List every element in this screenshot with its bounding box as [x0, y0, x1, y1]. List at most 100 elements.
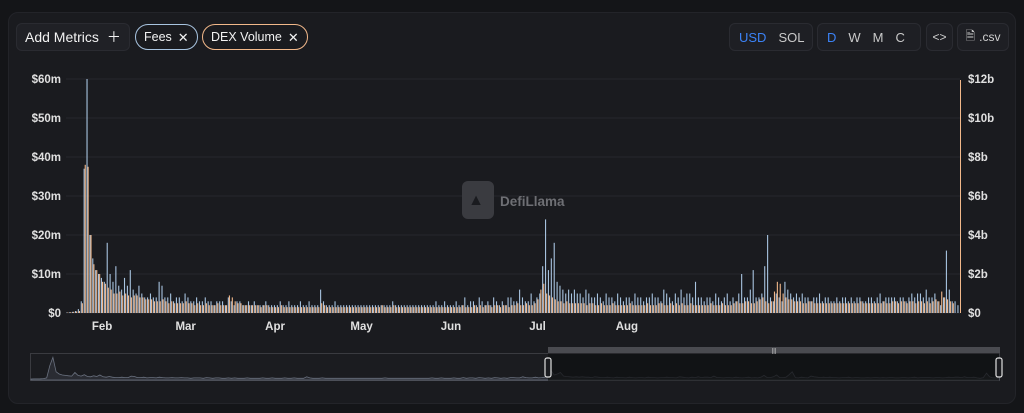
- fees-bar[interactable]: [487, 301, 489, 313]
- dex-volume-bar[interactable]: [272, 307, 274, 313]
- fees-bar[interactable]: [184, 293, 186, 314]
- dex-volume-bar[interactable]: [73, 311, 75, 313]
- dex-volume-bar[interactable]: [517, 303, 519, 313]
- fees-bar[interactable]: [570, 293, 573, 314]
- dex-volume-bar[interactable]: [309, 307, 311, 313]
- dex-volume-bar[interactable]: [142, 297, 144, 313]
- fees-bar[interactable]: [452, 305, 454, 313]
- dex-volume-bar[interactable]: [569, 303, 571, 313]
- dex-volume-bar[interactable]: [485, 305, 487, 313]
- fees-bar[interactable]: [706, 297, 708, 313]
- dex-volume-bar[interactable]: [387, 307, 389, 313]
- dex-volume-bar[interactable]: [696, 305, 698, 313]
- fees-bar[interactable]: [824, 297, 826, 313]
- dex-volume-bar[interactable]: [667, 305, 669, 313]
- fees-bar[interactable]: [550, 258, 552, 313]
- fees-bar[interactable]: [386, 305, 388, 313]
- fees-bar[interactable]: [395, 305, 397, 313]
- dex-volume-bar[interactable]: [355, 307, 357, 313]
- fees-bar[interactable]: [467, 305, 469, 313]
- fees-bar[interactable]: [348, 305, 351, 313]
- fees-bar[interactable]: [761, 293, 763, 314]
- fees-bar[interactable]: [98, 274, 100, 313]
- dex-volume-bar[interactable]: [99, 274, 101, 313]
- dex-volume-bar[interactable]: [433, 307, 435, 313]
- dex-volume-bar[interactable]: [214, 305, 216, 313]
- fees-bar[interactable]: [680, 289, 682, 313]
- fees-bar[interactable]: [940, 305, 942, 313]
- dex-volume-bar[interactable]: [600, 303, 602, 313]
- dex-volume-bar[interactable]: [127, 295, 130, 313]
- fees-bar[interactable]: [772, 301, 774, 313]
- dex-volume-bar[interactable]: [436, 307, 438, 313]
- fees-bar[interactable]: [493, 297, 495, 313]
- fees-bar[interactable]: [337, 305, 339, 313]
- dex-volume-bar[interactable]: [93, 264, 95, 313]
- fees-bar[interactable]: [245, 305, 247, 313]
- dex-volume-bar[interactable]: [491, 307, 493, 313]
- fees-bar[interactable]: [409, 305, 411, 313]
- dex-volume-bar[interactable]: [416, 307, 418, 313]
- dex-volume-bar[interactable]: [427, 307, 429, 313]
- fees-bar[interactable]: [302, 305, 304, 313]
- dex-volume-bar[interactable]: [670, 303, 672, 313]
- dex-volume-bar[interactable]: [690, 303, 692, 313]
- fees-bar[interactable]: [793, 297, 795, 313]
- fees-bar[interactable]: [138, 285, 140, 313]
- fees-bar[interactable]: [917, 293, 919, 314]
- dex-volume-bar[interactable]: [113, 293, 115, 314]
- dex-volume-bar[interactable]: [909, 301, 911, 313]
- fees-bar[interactable]: [784, 281, 786, 313]
- dex-volume-bar[interactable]: [523, 305, 525, 313]
- dex-volume-bar[interactable]: [846, 303, 848, 313]
- fees-bar[interactable]: [631, 301, 633, 313]
- dex-volume-bar[interactable]: [165, 301, 167, 313]
- dex-volume-bar[interactable]: [589, 303, 591, 313]
- fees-bar[interactable]: [406, 305, 408, 313]
- dex-volume-bar[interactable]: [133, 295, 135, 313]
- fees-bar[interactable]: [377, 305, 379, 313]
- dex-volume-bar[interactable]: [497, 305, 499, 313]
- fees-bar[interactable]: [438, 305, 440, 313]
- dex-volume-bar[interactable]: [260, 307, 262, 313]
- fees-bar[interactable]: [859, 297, 861, 313]
- dex-volume-bar[interactable]: [623, 305, 626, 313]
- dex-volume-bar[interactable]: [430, 307, 432, 313]
- dex-volume-bar[interactable]: [202, 305, 205, 313]
- dex-volume-bar[interactable]: [618, 305, 620, 313]
- dex-volume-bar[interactable]: [413, 307, 415, 313]
- fees-bar[interactable]: [614, 301, 616, 313]
- fees-bar[interactable]: [715, 293, 717, 314]
- fees-bar[interactable]: [305, 305, 307, 313]
- fees-bar[interactable]: [501, 301, 503, 313]
- fees-bar[interactable]: [164, 297, 166, 313]
- fees-bar[interactable]: [853, 301, 855, 313]
- fees-bar[interactable]: [132, 289, 134, 313]
- fees-bar[interactable]: [256, 305, 258, 313]
- fees-bar[interactable]: [738, 293, 740, 314]
- fees-bar[interactable]: [775, 293, 777, 314]
- dex-volume-bar[interactable]: [632, 305, 634, 313]
- fees-bar[interactable]: [371, 305, 374, 313]
- dex-volume-bar[interactable]: [456, 307, 458, 313]
- fees-bar[interactable]: [470, 301, 472, 313]
- dex-volume-bar[interactable]: [266, 305, 268, 313]
- dex-volume-bar[interactable]: [710, 303, 712, 313]
- dex-volume-bar[interactable]: [537, 299, 539, 313]
- dex-volume-bar[interactable]: [228, 295, 230, 313]
- fees-bar[interactable]: [925, 289, 927, 313]
- fees-bar[interactable]: [147, 297, 149, 313]
- fees-bar[interactable]: [495, 301, 498, 313]
- dex-volume-bar[interactable]: [283, 307, 285, 313]
- fees-bar[interactable]: [718, 297, 720, 313]
- dex-volume-bar[interactable]: [208, 305, 210, 313]
- fees-bar[interactable]: [582, 297, 584, 313]
- fees-bar[interactable]: [842, 297, 844, 313]
- fees-bar[interactable]: [449, 305, 451, 313]
- metric-chip-fees[interactable]: Fees ✕: [135, 24, 198, 50]
- dex-volume-bar[interactable]: [381, 305, 383, 313]
- fees-bar[interactable]: [666, 293, 668, 314]
- dex-volume-bar[interactable]: [730, 305, 732, 313]
- dex-volume-bar[interactable]: [243, 305, 245, 313]
- dex-volume-bar[interactable]: [719, 305, 721, 313]
